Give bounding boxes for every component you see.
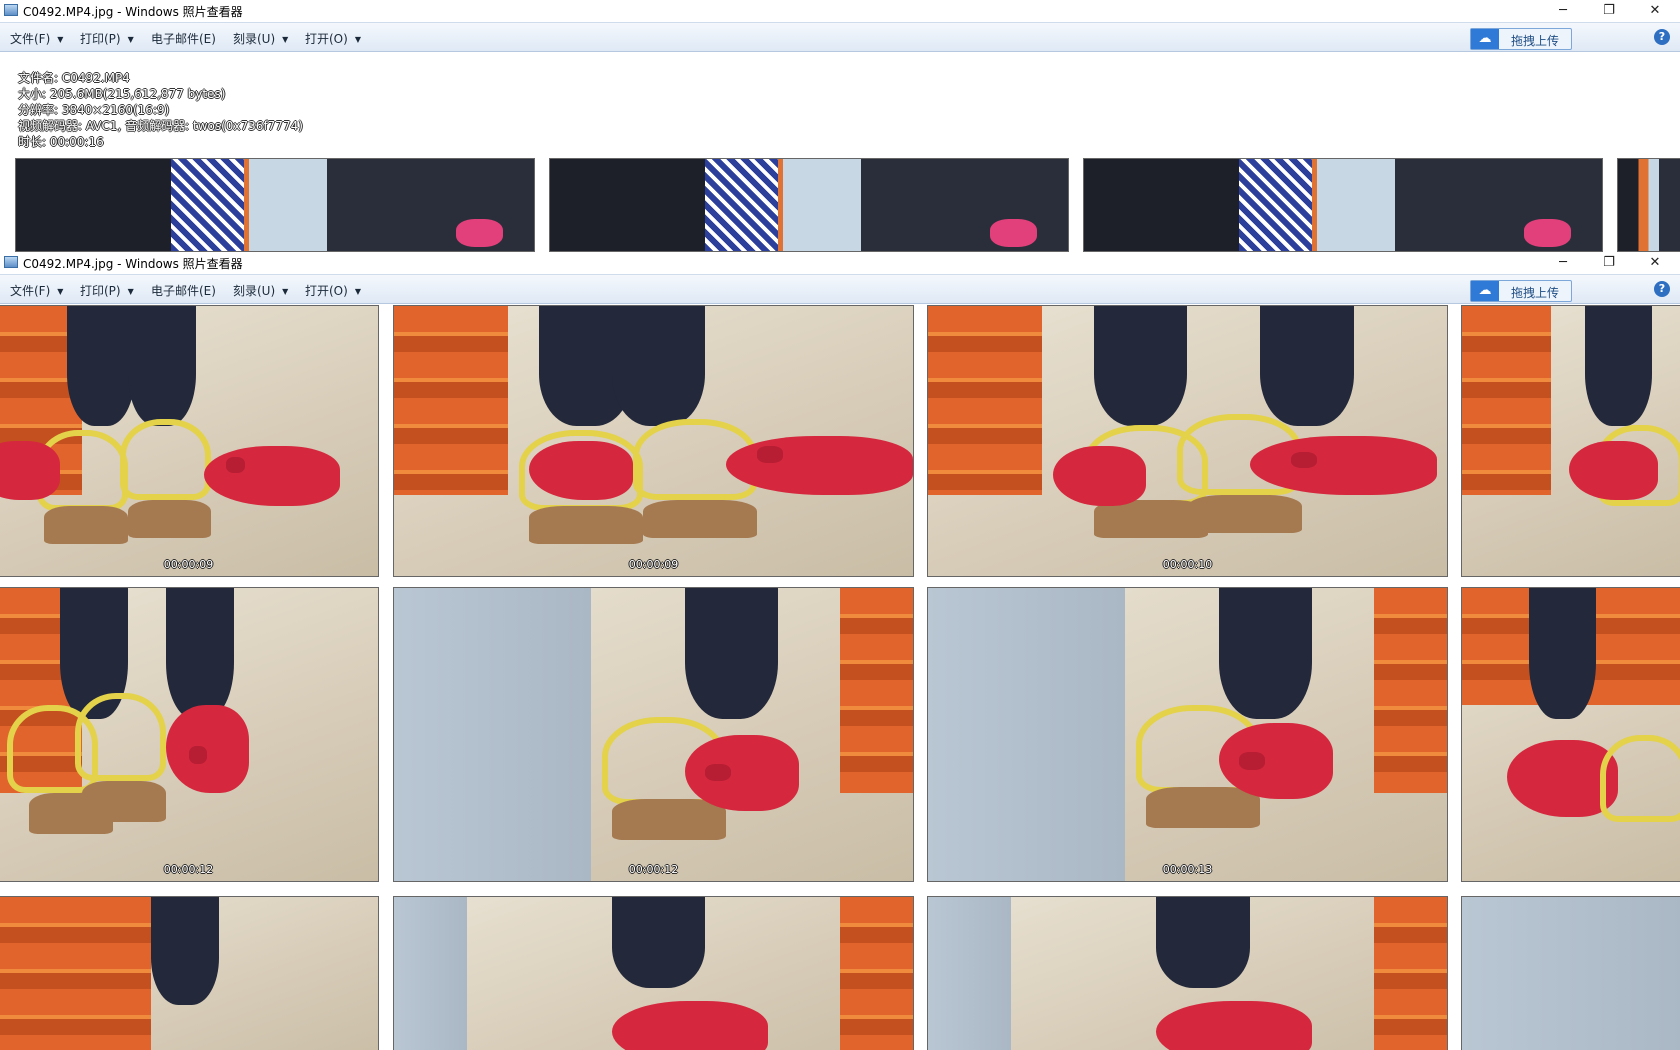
photo-viewer-window-front: C0492.MP4.jpg - Windows 照片查看器 ─ ❐ ✕ 文件(F… (0, 252, 1680, 1050)
info-filename: 文件名: C0492.MP4 (18, 71, 130, 85)
window-title: C0492.MP4.jpg - Windows 照片查看器 (23, 257, 243, 271)
window-title: C0492.MP4.jpg - Windows 照片查看器 (23, 5, 243, 19)
video-frame-thumbnail (0, 896, 379, 1050)
info-resolution: 分辨率: 3840×2160(16:9) (18, 103, 170, 117)
menu-print[interactable]: 打印(P) ▼ (80, 30, 134, 47)
chevron-down-icon: ▼ (354, 287, 361, 296)
photo-viewer-icon (4, 256, 18, 268)
menu-bar: 文件(F) ▼ 打印(P) ▼ 电子邮件(E) 刻录(U) ▼ 打开(O) ▼ ☁ 拖拽… (0, 274, 1680, 304)
video-info: 文件名: C0492.MP4 大小: 205.6MB(215,612,877 b… (18, 70, 303, 150)
title-bar[interactable]: C0492.MP4.jpg - Windows 照片查看器 ─ ❐ ✕ (0, 252, 1680, 274)
menu-email[interactable]: 电子邮件(E) (151, 282, 216, 299)
menu-email[interactable]: 电子邮件(E) (151, 30, 216, 47)
title-bar[interactable]: C0492.MP4.jpg - Windows 照片查看器 ─ ❐ ✕ (0, 0, 1680, 22)
video-frame-thumbnail: 00:00:09 (393, 305, 914, 577)
cloud-icon: ☁ (1471, 29, 1499, 49)
chevron-down-icon: ▼ (57, 35, 64, 44)
chevron-down-icon: ▼ (57, 287, 64, 296)
cloud-icon: ☁ (1471, 281, 1499, 301)
help-icon[interactable]: ? (1654, 281, 1670, 297)
video-frame-thumbnail (1461, 587, 1680, 882)
video-frame-thumbnail (393, 896, 914, 1050)
close-icon[interactable]: ✕ (1632, 0, 1678, 22)
menu-print[interactable]: 打印(P) ▼ (80, 282, 134, 299)
chevron-down-icon: ▼ (127, 35, 134, 44)
video-frame-thumbnail: 00:00:13 (927, 587, 1448, 882)
menu-open[interactable]: 打开(O) ▼ (305, 30, 361, 47)
video-frame-thumbnail: 00:00:09 (0, 305, 379, 577)
video-frame-thumbnail: 00:00:12 (0, 587, 379, 882)
menu-bar: 文件(F) ▼ 打印(P) ▼ 电子邮件(E) 刻录(U) ▼ 打开(O) ▼ ☁ 拖拽… (0, 22, 1680, 52)
video-frame-thumbnail: 00:00:12 (393, 587, 914, 882)
frame-timestamp: 00:00:09 (163, 558, 214, 571)
chevron-down-icon: ▼ (282, 35, 289, 44)
thumbnail-top-2 (549, 158, 1069, 252)
frame-timestamp: 00:00:09 (628, 558, 679, 571)
photo-viewer-window-back: C0492.MP4.jpg - Windows 照片查看器 ─ ❐ ✕ 文件(F… (0, 0, 1680, 252)
upload-button[interactable]: ☁ 拖拽上传 (1470, 28, 1572, 50)
restore-icon[interactable]: ❐ (1586, 0, 1632, 22)
thumbnail-top-4 (1617, 158, 1680, 252)
chevron-down-icon: ▼ (354, 35, 361, 44)
chevron-down-icon: ▼ (127, 287, 134, 296)
frame-timestamp: 00:00:13 (1162, 863, 1213, 876)
thumbnail-top-3 (1083, 158, 1603, 252)
info-codec: 视频解码器: AVC1, 音频解码器: twos(0x736f7774) (18, 119, 303, 133)
chevron-down-icon: ▼ (282, 287, 289, 296)
menu-burn[interactable]: 刻录(U) ▼ (233, 30, 288, 47)
menu-burn[interactable]: 刻录(U) ▼ (233, 282, 288, 299)
photo-viewer-icon (4, 4, 18, 16)
frame-timestamp: 00:00:12 (163, 863, 214, 876)
video-frame-thumbnail (1461, 305, 1680, 577)
menu-file[interactable]: 文件(F) ▼ (10, 30, 63, 47)
frame-timestamp: 00:00:10 (1162, 558, 1213, 571)
menu-open[interactable]: 打开(O) ▼ (305, 282, 361, 299)
upload-button[interactable]: ☁ 拖拽上传 (1470, 280, 1572, 302)
help-icon[interactable]: ? (1654, 29, 1670, 45)
minimize-icon[interactable]: ─ (1540, 252, 1586, 274)
frame-timestamp: 00:00:12 (628, 863, 679, 876)
thumbnail-top-1 (15, 158, 535, 252)
info-size: 大小: 205.6MB(215,612,877 bytes) (18, 87, 226, 101)
video-frame-thumbnail (927, 896, 1448, 1050)
info-duration: 时长: 00:00:16 (18, 135, 104, 149)
restore-icon[interactable]: ❐ (1586, 252, 1632, 274)
video-frame-thumbnail (1461, 896, 1680, 1050)
minimize-icon[interactable]: ─ (1540, 0, 1586, 22)
video-frame-thumbnail: 00:00:10 (927, 305, 1448, 577)
close-icon[interactable]: ✕ (1632, 252, 1678, 274)
menu-file[interactable]: 文件(F) ▼ (10, 282, 63, 299)
